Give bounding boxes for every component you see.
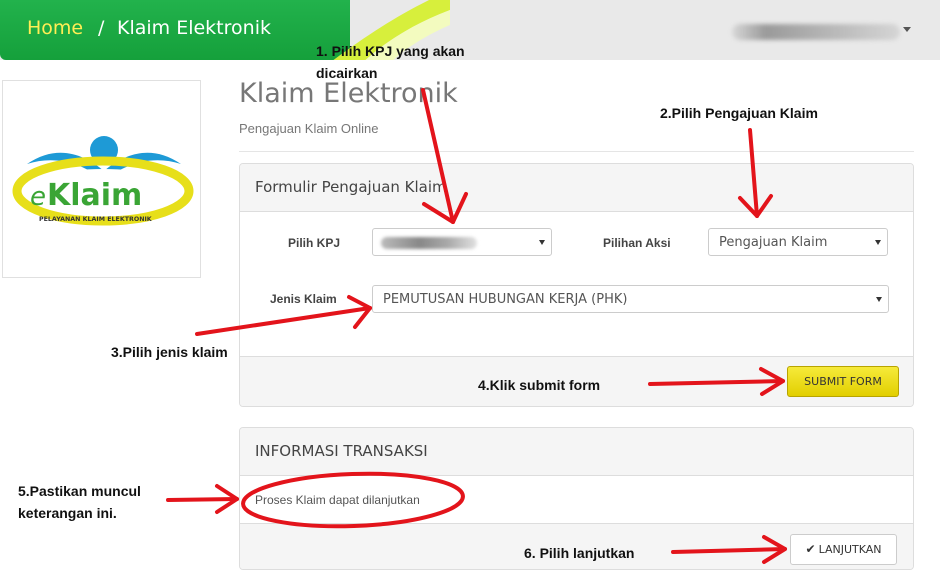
header-divider — [239, 151, 914, 152]
claim-form-panel-title: Formulir Pengajuan Klaim — [255, 178, 447, 196]
caret-down-icon — [875, 240, 881, 245]
claim-type-select[interactable]: PEMUTUSAN HUBUNGAN KERJA (PHK) — [372, 285, 889, 313]
logo-letter-e: e — [30, 182, 46, 212]
eklaim-logo-graphic: e Klaim PELAYANAN KLAIM ELEKTRONIK — [12, 136, 194, 226]
caret-down-icon[interactable] — [903, 27, 911, 32]
breadcrumb-home-link[interactable]: Home — [27, 17, 83, 39]
top-navbar: Home / Klaim Elektronik — [0, 0, 940, 60]
kpj-label: Pilih KPJ — [288, 236, 341, 250]
breadcrumb-current: Klaim Elektronik — [117, 17, 271, 39]
claim-form-panel: Formulir Pengajuan Klaim Pilih KPJ Pilih… — [239, 163, 914, 407]
claim-form-panel-header: Formulir Pengajuan Klaim — [240, 164, 913, 212]
transaction-status-message: Proses Klaim dapat dilanjutkan — [255, 493, 420, 507]
kpj-value-redacted — [381, 237, 477, 249]
annotation-step5-line1: 5.Pastikan muncul — [18, 483, 141, 499]
kpj-select[interactable] — [372, 228, 552, 256]
submit-form-button[interactable]: SUBMIT FORM — [787, 366, 899, 397]
page-subtitle: Pengajuan Klaim Online — [239, 121, 379, 136]
arrowhead-step5 — [215, 484, 239, 514]
eklaim-logo: e Klaim PELAYANAN KLAIM ELEKTRONIK — [2, 80, 201, 278]
annotation-step4: 4.Klik submit form — [478, 377, 601, 393]
arrow-step5 — [166, 497, 239, 502]
check-icon: ✔ — [805, 542, 816, 556]
transaction-info-panel-header: INFORMASI TRANSAKSI — [240, 428, 913, 476]
annotation-step1-line2: dicairkan — [316, 65, 378, 81]
caret-down-icon — [539, 240, 545, 245]
annotation-step6: 6. Pilih lanjutkan — [524, 545, 635, 561]
annotation-step1-line1: 1. Pilih KPJ yang akan — [316, 43, 465, 59]
annotation-step5-line2: keterangan ini. — [18, 505, 117, 521]
action-select[interactable]: Pengajuan Klaim — [708, 228, 888, 256]
continue-button[interactable]: ✔ LANJUTKAN — [790, 534, 897, 565]
claim-type-select-value: PEMUTUSAN HUBUNGAN KERJA (PHK) — [383, 292, 628, 307]
annotation-step2: 2.Pilih Pengajuan Klaim — [660, 105, 818, 121]
action-select-value: Pengajuan Klaim — [719, 235, 828, 250]
transaction-info-panel-title: INFORMASI TRANSAKSI — [255, 442, 428, 460]
annotation-step5: 5.Pastikan muncul keterangan ini. — [18, 480, 141, 524]
logo-wordmark: Klaim — [47, 178, 142, 213]
action-label: Pilihan Aksi — [603, 236, 671, 250]
continue-button-label: LANJUTKAN — [818, 543, 882, 556]
claim-type-label: Jenis Klaim — [270, 292, 337, 306]
caret-down-icon — [876, 297, 882, 302]
annotation-step1: 1. Pilih KPJ yang akan dicairkan — [316, 40, 465, 84]
annotation-step3: 3.Pilih jenis klaim — [111, 344, 228, 360]
breadcrumb-separator: / — [98, 17, 105, 39]
logo-tagline: PELAYANAN KLAIM ELEKTRONIK — [39, 216, 153, 223]
user-menu-redacted[interactable] — [732, 24, 900, 40]
